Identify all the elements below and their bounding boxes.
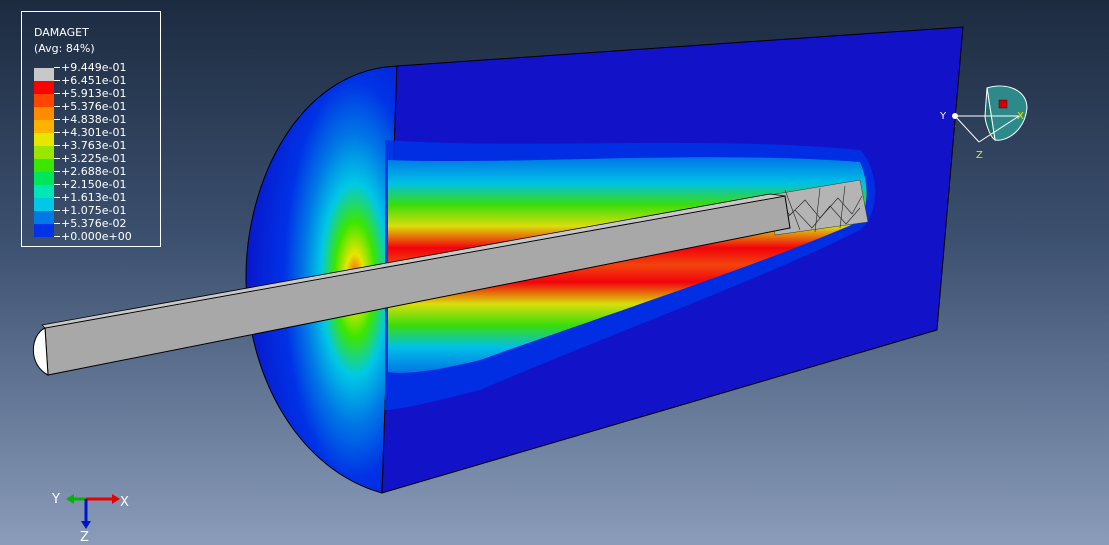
legend-swatch <box>34 94 54 107</box>
legend-tick <box>54 145 60 146</box>
legend-value: +2.688e-01 <box>61 165 127 178</box>
legend-swatch <box>34 159 54 172</box>
legend-tick <box>54 132 60 133</box>
legend-swatch <box>34 211 54 224</box>
triad-y-label: Y <box>52 492 60 507</box>
legend-value: +4.838e-01 <box>61 113 127 126</box>
view-cube[interactable] <box>935 78 1035 168</box>
legend-tick <box>54 171 60 172</box>
viewport[interactable]: DAMAGET (Avg: 84%) +9.449e-01 +6.451e-01 +… <box>0 0 1109 545</box>
legend-value: +5.913e-01 <box>61 87 127 100</box>
color-legend: DAMAGET (Avg: 84%) +9.449e-01 +6.451e-01 +… <box>21 11 161 247</box>
legend-entry: +0.000e+00 <box>34 230 154 250</box>
triad-z-label: Z <box>80 530 89 545</box>
legend-value: +3.763e-01 <box>61 139 127 152</box>
view-cube-y-label: Y <box>940 111 947 122</box>
legend-value: +6.451e-01 <box>61 74 127 87</box>
legend-tick <box>54 67 60 68</box>
legend-tick <box>54 119 60 120</box>
legend-swatch <box>34 224 54 237</box>
legend-value: +3.225e-01 <box>61 152 127 165</box>
legend-swatch <box>34 81 54 94</box>
legend-tick <box>54 210 60 211</box>
legend-value: +4.301e-01 <box>61 126 127 139</box>
legend-swatch <box>34 68 54 81</box>
legend-tick <box>54 223 60 224</box>
legend-value: +5.376e-01 <box>61 100 127 113</box>
legend-value: +1.075e-01 <box>61 204 127 217</box>
legend-value: +5.376e-02 <box>61 217 127 230</box>
legend-tick <box>54 158 60 159</box>
coordinate-triad <box>66 494 120 529</box>
view-cube-x-label: X <box>1017 111 1024 122</box>
legend-swatch <box>34 133 54 146</box>
legend-tick <box>54 106 60 107</box>
legend-tick <box>54 236 60 237</box>
legend-swatch <box>34 146 54 159</box>
legend-averaging: (Avg: 84%) <box>34 42 95 55</box>
legend-title: DAMAGET <box>34 26 89 39</box>
legend-swatch <box>34 185 54 198</box>
legend-tick <box>54 80 60 81</box>
legend-value: +1.613e-01 <box>61 191 127 204</box>
legend-tick <box>54 184 60 185</box>
legend-tick <box>54 197 60 198</box>
legend-swatch <box>34 172 54 185</box>
legend-value: +9.449e-01 <box>61 61 127 74</box>
projectile-nose <box>32 327 49 376</box>
view-cube-z-label: Z <box>976 150 983 161</box>
legend-tick <box>54 93 60 94</box>
legend-value: +0.000e+00 <box>61 230 132 243</box>
triad-x-label: X <box>120 495 129 510</box>
legend-swatch <box>34 198 54 211</box>
legend-swatch <box>34 120 54 133</box>
legend-value: +2.150e-01 <box>61 178 127 191</box>
legend-swatch <box>34 107 54 120</box>
